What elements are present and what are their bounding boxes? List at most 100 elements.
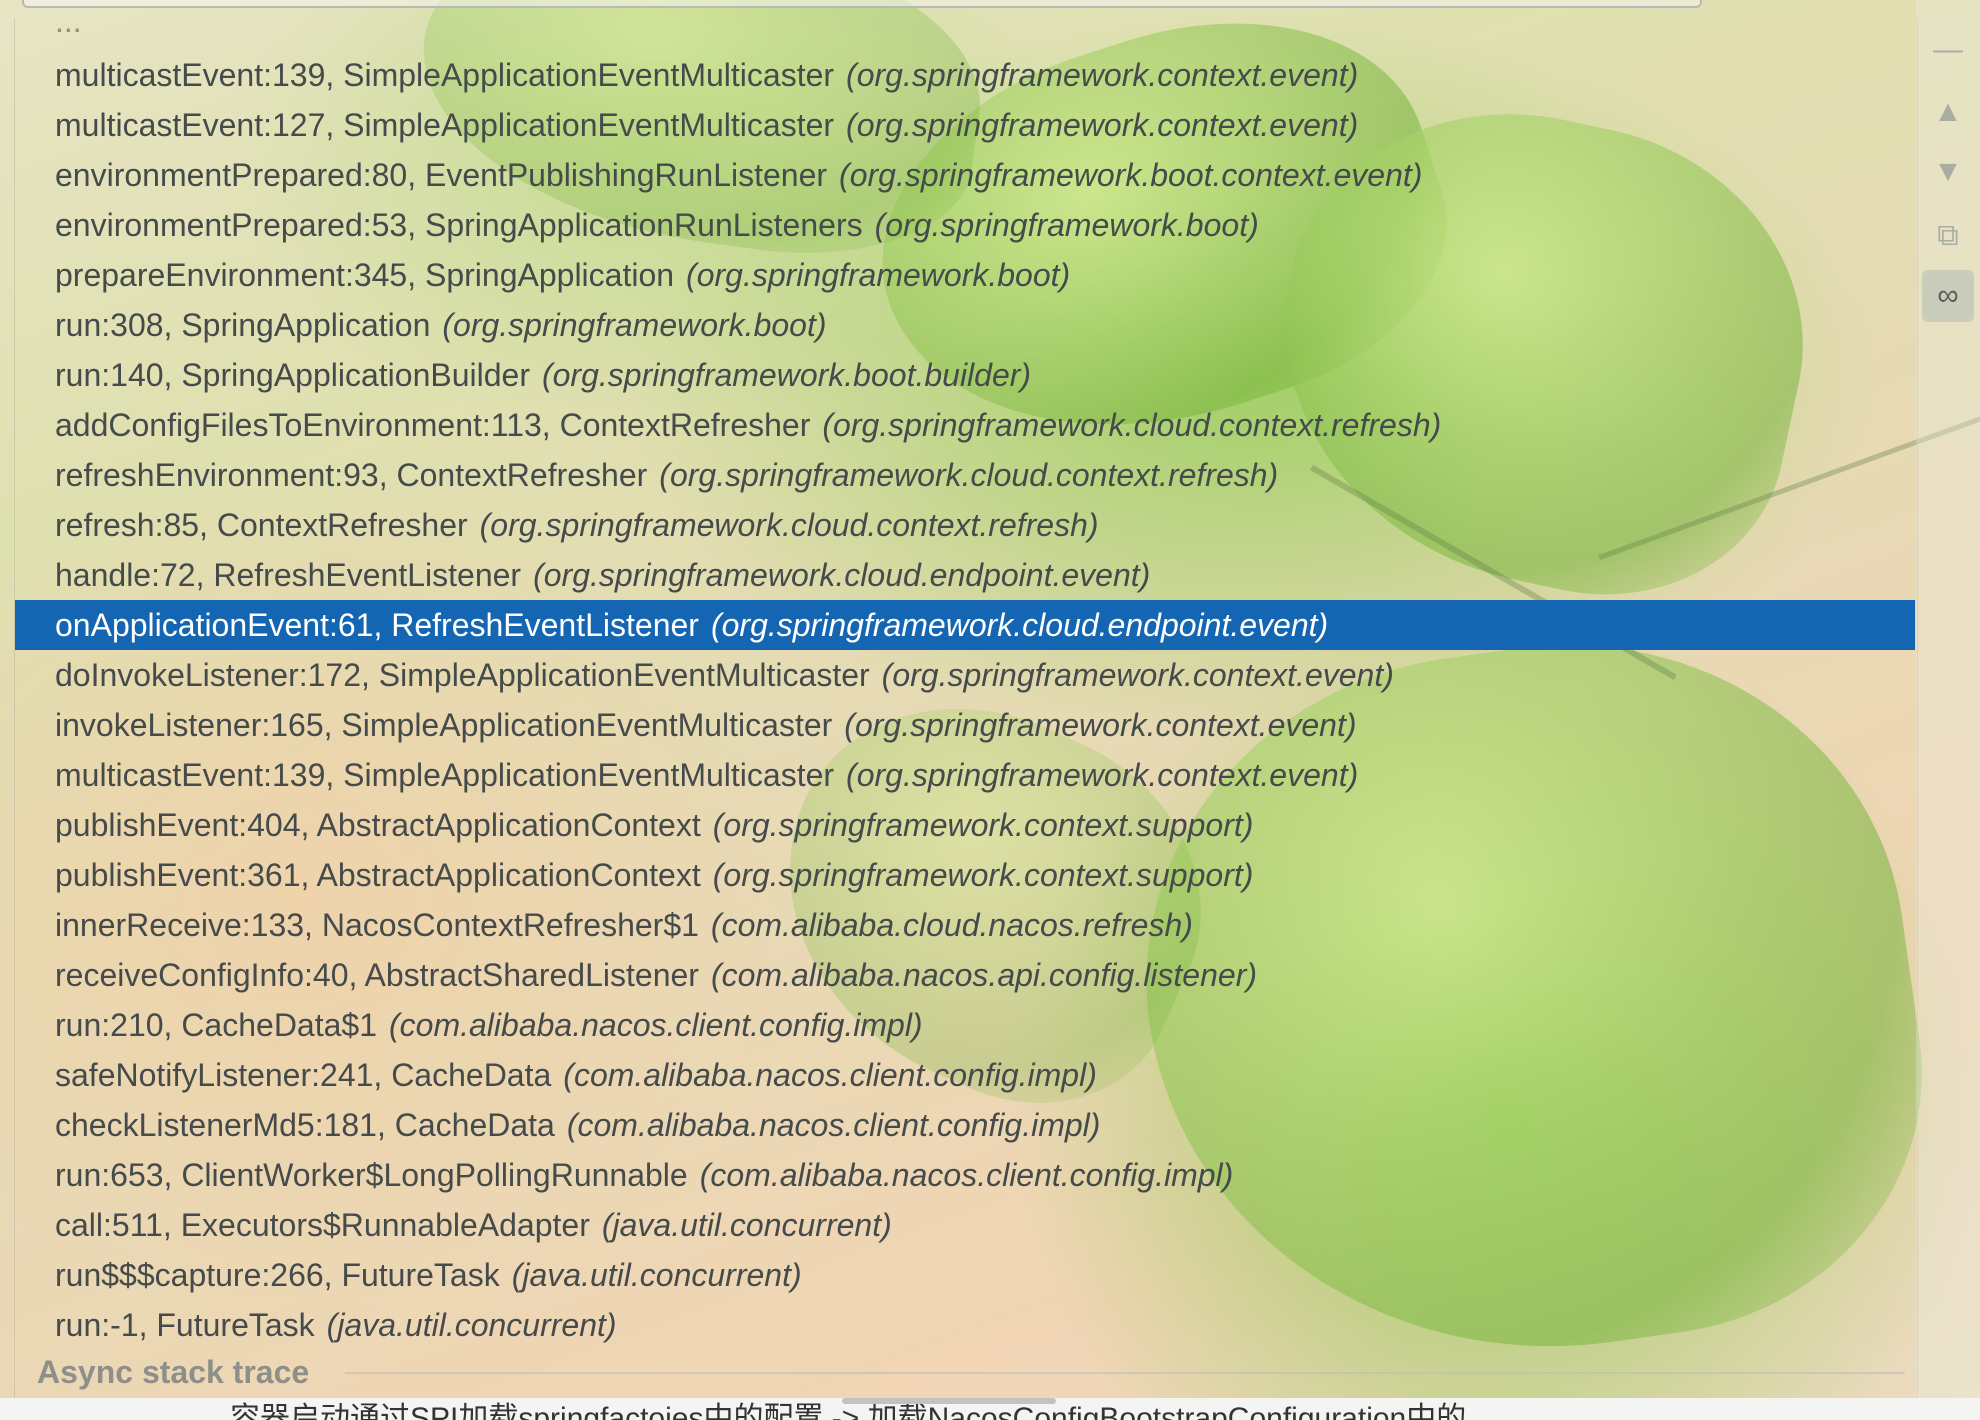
frame-label: innerReceive:133, NacosContextRefresher$… (55, 900, 1193, 950)
frame-package: (org.springframework.boot.builder) (541, 357, 1032, 393)
stack-frame-row[interactable]: safeNotifyListener:241, CacheData (com.al… (15, 1050, 1915, 1100)
stack-frame-row[interactable]: run:140, SpringApplicationBuilder (org.sp… (15, 350, 1915, 400)
frames-panel: ... multicastEvent:139, SimpleApplicatio… (14, 18, 1918, 1398)
stack-frame-row[interactable]: publishEvent:404, AbstractApplicationCon… (15, 800, 1915, 850)
frame-label: environmentPrepared:80, EventPublishingR… (55, 150, 1422, 200)
frames-list[interactable]: ... multicastEvent:139, SimpleApplicatio… (15, 18, 1917, 1343)
frame-method: run$$$capture:266, FutureTask (55, 1257, 500, 1293)
frame-method: doInvokeListener:172, SimpleApplicationE… (55, 657, 870, 693)
frame-label: doInvokeListener:172, SimpleApplicationE… (55, 650, 1394, 700)
frame-method: run:-1, FutureTask (55, 1307, 315, 1343)
frame-label: run:308, SpringApplication (org.springfra… (55, 300, 827, 350)
async-stack-trace-label: Async stack trace (37, 1354, 310, 1390)
frame-label: multicastEvent:127, SimpleApplicationEve… (55, 100, 1358, 150)
frame-label: run:140, SpringApplicationBuilder (org.sp… (55, 350, 1031, 400)
frame-label: run:-1, FutureTask (java.util.concurrent) (55, 1300, 617, 1343)
frame-package: (org.springframework.context.support) (712, 857, 1254, 893)
frame-method: multicastEvent:139, SimpleApplicationEve… (55, 757, 835, 793)
copy-stack-icon[interactable]: ⧉ (1922, 210, 1974, 262)
stack-frame-row[interactable]: run:-1, FutureTask (java.util.concurrent) (15, 1300, 1915, 1343)
stack-frame-row[interactable]: invokeListener:165, SimpleApplicationEve… (15, 700, 1915, 750)
stack-frame-row[interactable]: prepareEnvironment:345, SpringApplicatio… (15, 250, 1915, 300)
frame-package: (org.springframework.context.event) (846, 57, 1359, 93)
stack-frame-row[interactable]: checkListenerMd5:181, CacheData (com.alib… (15, 1100, 1915, 1150)
stack-frame-row[interactable]: run:210, CacheData$1 (com.alibaba.nacos.c… (15, 1000, 1915, 1050)
frame-package: (org.springframework.cloud.context.refre… (822, 407, 1442, 443)
stack-frame-row[interactable]: environmentPrepared:53, SpringApplicatio… (15, 200, 1915, 250)
frame-label: safeNotifyListener:241, CacheData (com.al… (55, 1050, 1097, 1100)
frame-method: refresh:85, ContextRefresher (55, 507, 468, 543)
frame-method: receiveConfigInfo:40, AbstractSharedList… (55, 957, 699, 993)
frame-label: run$$$capture:266, FutureTask (java.util.… (55, 1250, 802, 1300)
stack-frame-row[interactable]: run:653, ClientWorker$LongPollingRunnabl… (15, 1150, 1915, 1200)
frame-label: addConfigFilesToEnvironment:113, Context… (55, 400, 1441, 450)
stack-frame-row-selected[interactable]: onApplicationEvent:61, RefreshEventListe… (15, 600, 1915, 650)
frame-package: (org.springframework.context.event) (846, 757, 1359, 793)
frame-package: (com.alibaba.nacos.client.config.impl) (563, 1057, 1097, 1093)
frame-method: call:511, Executors$RunnableAdapter (55, 1207, 590, 1243)
stack-frame-row[interactable]: refreshEnvironment:93, ContextRefresher (… (15, 450, 1915, 500)
frame-method: run:653, ClientWorker$LongPollingRunnabl… (55, 1157, 688, 1193)
stack-frame-row[interactable]: multicastEvent:139, SimpleApplicationEve… (15, 750, 1915, 800)
frame-method: multicastEvent:139, SimpleApplicationEve… (55, 57, 835, 93)
frame-method: invokeListener:165, SimpleApplicationEve… (55, 707, 833, 743)
debugger-frames-window: ... multicastEvent:139, SimpleApplicatio… (0, 0, 1980, 1420)
stack-frame-row[interactable]: handle:72, RefreshEventListener (org.spri… (15, 550, 1915, 600)
frame-label: receiveConfigInfo:40, AbstractSharedList… (55, 950, 1257, 1000)
frame-method: run:210, CacheData$1 (55, 1007, 377, 1043)
frame-package: (com.alibaba.nacos.api.config.listener) (710, 957, 1257, 993)
frame-label: environmentPrepared:53, SpringApplicatio… (55, 200, 1259, 250)
cut-off-row: ... (55, 18, 82, 39)
frame-method: safeNotifyListener:241, CacheData (55, 1057, 552, 1093)
glasses-icon[interactable]: ∞ (1922, 270, 1974, 322)
frame-label: run:653, ClientWorker$LongPollingRunnabl… (55, 1150, 1233, 1200)
arrow-up-icon[interactable]: ▲ (1922, 86, 1974, 138)
frame-method: multicastEvent:127, SimpleApplicationEve… (55, 107, 835, 143)
stack-frame-row[interactable]: receiveConfigInfo:40, AbstractSharedList… (15, 950, 1915, 1000)
frame-package: (org.springframework.context.event) (844, 707, 1357, 743)
stack-frame-row[interactable]: innerReceive:133, NacosContextRefresher$… (15, 900, 1915, 950)
frame-label: invokeListener:165, SimpleApplicationEve… (55, 700, 1357, 750)
stack-frame-row[interactable]: refresh:85, ContextRefresher (org.springf… (15, 500, 1915, 550)
frame-package: (org.springframework.boot) (686, 257, 1071, 293)
stack-frame-row[interactable]: addConfigFilesToEnvironment:113, Context… (15, 400, 1915, 450)
frame-method: prepareEnvironment:345, SpringApplicatio… (55, 257, 675, 293)
horizontal-scrollbar-thumb[interactable] (842, 1398, 1056, 1404)
frame-package: (org.springframework.cloud.endpoint.even… (533, 557, 1151, 593)
frame-label: multicastEvent:139, SimpleApplicationEve… (55, 750, 1358, 800)
frame-package: (java.util.concurrent) (601, 1207, 892, 1243)
async-separator (345, 1372, 1905, 1374)
frame-method: run:140, SpringApplicationBuilder (55, 357, 530, 393)
frame-method: innerReceive:133, NacosContextRefresher$… (55, 907, 699, 943)
frame-package: (org.springframework.boot) (874, 207, 1259, 243)
stack-frame-row[interactable]: call:511, Executors$RunnableAdapter (java… (15, 1200, 1915, 1250)
frame-label: refreshEnvironment:93, ContextRefresher (… (55, 450, 1278, 500)
frame-method: refreshEnvironment:93, ContextRefresher (55, 457, 648, 493)
frame-label: refresh:85, ContextRefresher (org.springf… (55, 500, 1099, 550)
frame-method: environmentPrepared:80, EventPublishingR… (55, 157, 828, 193)
frames-filter-box[interactable] (22, 0, 1702, 8)
frame-label: run:210, CacheData$1 (com.alibaba.nacos.c… (55, 1000, 923, 1050)
frame-method: publishEvent:361, AbstractApplicationCon… (55, 857, 701, 893)
stack-frame-row[interactable]: publishEvent:361, AbstractApplicationCon… (15, 850, 1915, 900)
frame-package: (com.alibaba.nacos.client.config.impl) (699, 1157, 1234, 1193)
frame-package: (org.springframework.context.event) (881, 657, 1394, 693)
stack-frame-row[interactable]: run$$$capture:266, FutureTask (java.util.… (15, 1250, 1915, 1300)
stack-frame-row[interactable]: multicastEvent:127, SimpleApplicationEve… (15, 100, 1915, 150)
stack-frame-row[interactable]: run:308, SpringApplication (org.springfra… (15, 300, 1915, 350)
frame-package: (org.springframework.boot) (442, 307, 827, 343)
side-toolbar: — ▲ ▼ ⧉ ∞ (1916, 0, 1980, 1400)
frame-label: handle:72, RefreshEventListener (org.spri… (55, 550, 1150, 600)
stack-frame-row[interactable]: multicastEvent:139, SimpleApplicationEve… (15, 50, 1915, 100)
frame-method: addConfigFilesToEnvironment:113, Context… (55, 407, 811, 443)
stack-frame-row[interactable]: environmentPrepared:80, EventPublishingR… (15, 150, 1915, 200)
frame-method: handle:72, RefreshEventListener (55, 557, 522, 593)
frame-method: environmentPrepared:53, SpringApplicatio… (55, 207, 863, 243)
frame-label: prepareEnvironment:345, SpringApplicatio… (55, 250, 1070, 300)
arrow-down-icon[interactable]: ▼ (1922, 146, 1974, 198)
stack-frame-row[interactable]: doInvokeListener:172, SimpleApplicationE… (15, 650, 1915, 700)
frame-package: (java.util.concurrent) (511, 1257, 802, 1293)
frame-method: publishEvent:404, AbstractApplicationCon… (55, 807, 701, 843)
minus-icon[interactable]: — (1922, 24, 1974, 76)
frame-package: (com.alibaba.cloud.nacos.refresh) (710, 907, 1193, 943)
